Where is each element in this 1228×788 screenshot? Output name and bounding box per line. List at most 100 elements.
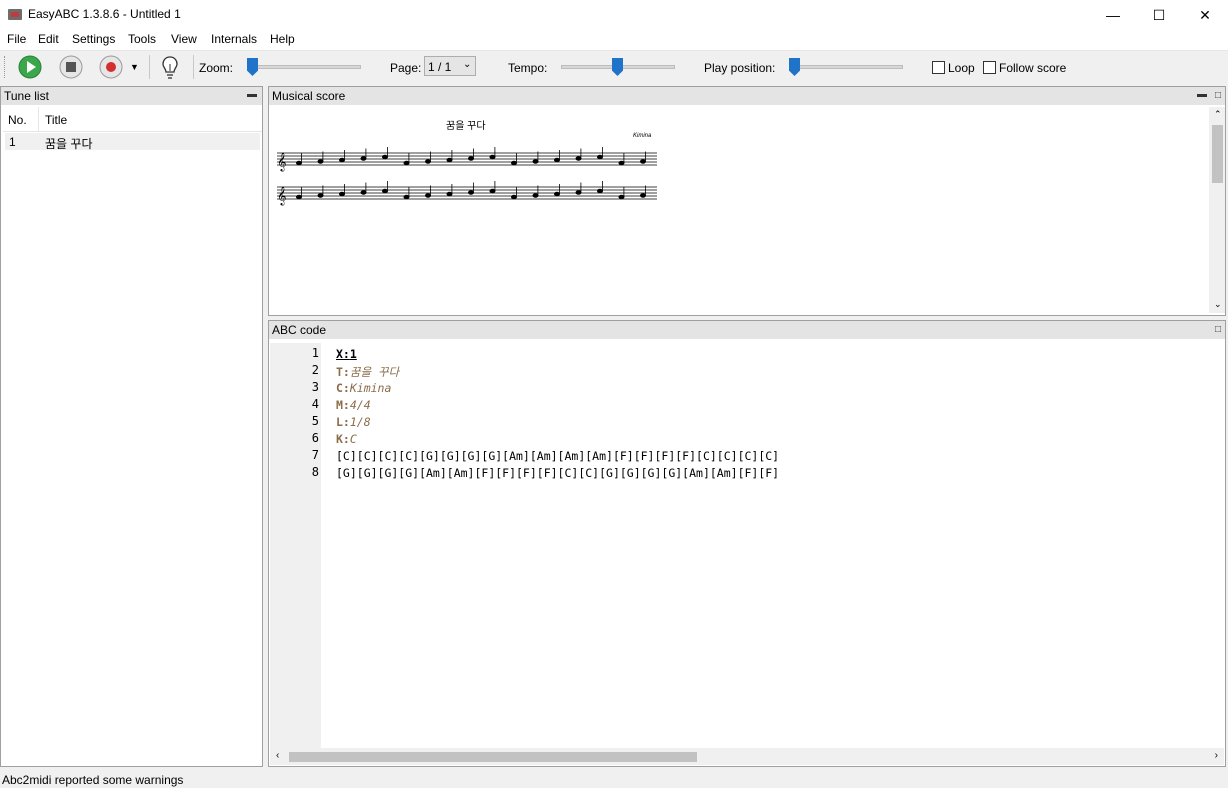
page-label: Page:: [390, 61, 422, 75]
record-dropdown-icon[interactable]: ▼: [130, 62, 139, 72]
field-key: C:: [336, 381, 350, 395]
note-head: [446, 157, 453, 163]
minimize-pane-icon[interactable]: ▬: [1197, 86, 1207, 104]
note-head: [596, 154, 603, 160]
minimize-pane-icon[interactable]: ▬: [247, 86, 257, 104]
status-text: Abc2midi reported some warnings: [2, 773, 184, 787]
scrollbar-thumb[interactable]: [1212, 125, 1223, 183]
status-bar: Abc2midi reported some warnings: [0, 769, 1228, 788]
note-head: [317, 159, 324, 164]
loop-checkbox[interactable]: [932, 61, 945, 74]
scroll-up-icon[interactable]: ⌃: [1214, 109, 1222, 120]
toolbar-separator: [193, 55, 194, 79]
menu-help[interactable]: Help: [270, 32, 295, 46]
minimize-button[interactable]: —: [1090, 0, 1136, 30]
score-pane-title: Musical score: [272, 89, 346, 103]
score-vertical-scrollbar[interactable]: ⌃ ⌄: [1209, 107, 1225, 313]
code-line[interactable]: 6 K:C: [269, 430, 1199, 447]
field-key: T:: [336, 365, 350, 379]
play-position-slider-track[interactable]: [789, 65, 903, 69]
note-head: [510, 160, 517, 166]
note-head: [532, 159, 539, 164]
code-line[interactable]: 5 L:1/8: [269, 413, 1199, 430]
field-key: L:: [336, 415, 350, 429]
code-text: [G][G][G][G][Am][Am][F][F][F][F][C][C][G…: [336, 466, 779, 480]
zoom-label: Zoom:: [199, 61, 234, 75]
note-head: [553, 157, 560, 163]
scroll-down-icon[interactable]: ⌄: [1214, 299, 1222, 310]
field-value: C: [349, 432, 357, 446]
code-line[interactable]: 7 [C][C][C][C][G][G][G][G][Am][Am][Am][Am…: [269, 447, 1199, 464]
code-line[interactable]: 3 C:Kimina: [269, 379, 1199, 396]
score-canvas[interactable]: 꿈을 꾸다 Kimina 𝄞 𝄞: [269, 107, 1207, 313]
maximize-pane-icon[interactable]: □: [1215, 87, 1221, 105]
note-head: [339, 191, 346, 197]
row-title: 꿈을 꾸다: [45, 137, 93, 151]
tune-list-column-header: No. Title: [3, 107, 262, 132]
note-head: [446, 191, 453, 197]
column-no[interactable]: No.: [8, 113, 27, 127]
abc-code-pane: ABC code □ 1 X:1 2 T:꿈을 꾸다 3 C:Kimina 4 M:4/4 5 L…: [268, 320, 1226, 767]
note-head: [424, 159, 431, 164]
note-head: [618, 160, 625, 166]
note-head: [467, 156, 474, 161]
zoom-slider-track[interactable]: [247, 65, 361, 69]
toolbar-separator: [149, 55, 150, 79]
close-button[interactable]: ✕: [1182, 0, 1228, 30]
maximize-button[interactable]: ☐: [1136, 0, 1182, 30]
scroll-left-icon[interactable]: ‹: [276, 750, 279, 761]
scrollbar-thumb[interactable]: [289, 752, 697, 762]
note-head: [317, 193, 324, 198]
code-line[interactable]: 2 T:꿈을 꾸다: [269, 362, 1199, 379]
field-key: X:: [336, 347, 350, 361]
page-select[interactable]: 1 / 1 ⌄: [424, 56, 476, 76]
note-head: [403, 160, 410, 166]
menu-internals[interactable]: Internals: [211, 32, 257, 46]
tune-list-header: Tune list ▬: [1, 87, 262, 105]
scroll-right-icon[interactable]: ›: [1215, 750, 1218, 761]
window-title: EasyABC 1.3.8.6 - Untitled 1: [28, 7, 181, 21]
score-title: 꿈을 꾸다: [446, 121, 486, 132]
score-pane-header: Musical score ▬ □: [269, 87, 1225, 105]
field-value: Kimina: [349, 381, 392, 395]
note-head: [382, 188, 389, 194]
play-button[interactable]: [18, 55, 42, 79]
tempo-label: Tempo:: [508, 61, 548, 75]
note-head: [489, 154, 496, 160]
music-body-text: [G][G][G][G][Am][Am][F][F][F][F][C][C][G…: [336, 466, 780, 480]
note-head: [532, 193, 539, 198]
loop-label: Loop: [948, 61, 975, 75]
maximize-pane-icon[interactable]: □: [1215, 321, 1221, 339]
field-value: 4/4: [349, 398, 371, 412]
treble-clef-icon: 𝄞: [277, 186, 286, 206]
note-head: [596, 188, 603, 194]
table-row[interactable]: 1 꿈을 꾸다: [5, 133, 260, 151]
hint-button[interactable]: [159, 54, 181, 80]
line-number: 6: [311, 431, 319, 445]
menu-file[interactable]: File: [7, 32, 26, 46]
abc-pane-title: ABC code: [272, 323, 327, 337]
abc-editor[interactable]: 1 X:1 2 T:꿈을 꾸다 3 C:Kimina 4 M:4/4 5 L:1/8 6 K:C 7 [C…: [269, 343, 1207, 749]
title-bar: [0, 0, 1228, 30]
menu-edit[interactable]: Edit: [38, 32, 59, 46]
follow-score-checkbox[interactable]: [983, 61, 996, 74]
abc-horizontal-scrollbar[interactable]: ‹ ›: [270, 748, 1224, 765]
code-text: K:C: [336, 432, 357, 446]
line-number: 2: [311, 363, 319, 377]
code-line[interactable]: 8 [G][G][G][G][Am][Am][F][F][F][F][C][C][…: [269, 464, 1199, 481]
record-button[interactable]: [99, 55, 123, 79]
code-text: C:Kimina: [336, 381, 391, 395]
code-line[interactable]: 1 X:1: [269, 345, 1199, 362]
field-key: M:: [336, 398, 350, 412]
note-head: [553, 191, 560, 197]
line-number: 7: [311, 448, 319, 462]
column-title[interactable]: Title: [45, 113, 67, 127]
code-line[interactable]: 4 M:4/4: [269, 396, 1199, 413]
menu-view[interactable]: View: [171, 32, 197, 46]
line-number: 3: [311, 380, 319, 394]
stop-button[interactable]: [59, 55, 83, 79]
menu-tools[interactable]: Tools: [128, 32, 156, 46]
menu-settings[interactable]: Settings: [72, 32, 115, 46]
follow-score-label: Follow score: [999, 61, 1067, 75]
note-head: [360, 190, 367, 195]
